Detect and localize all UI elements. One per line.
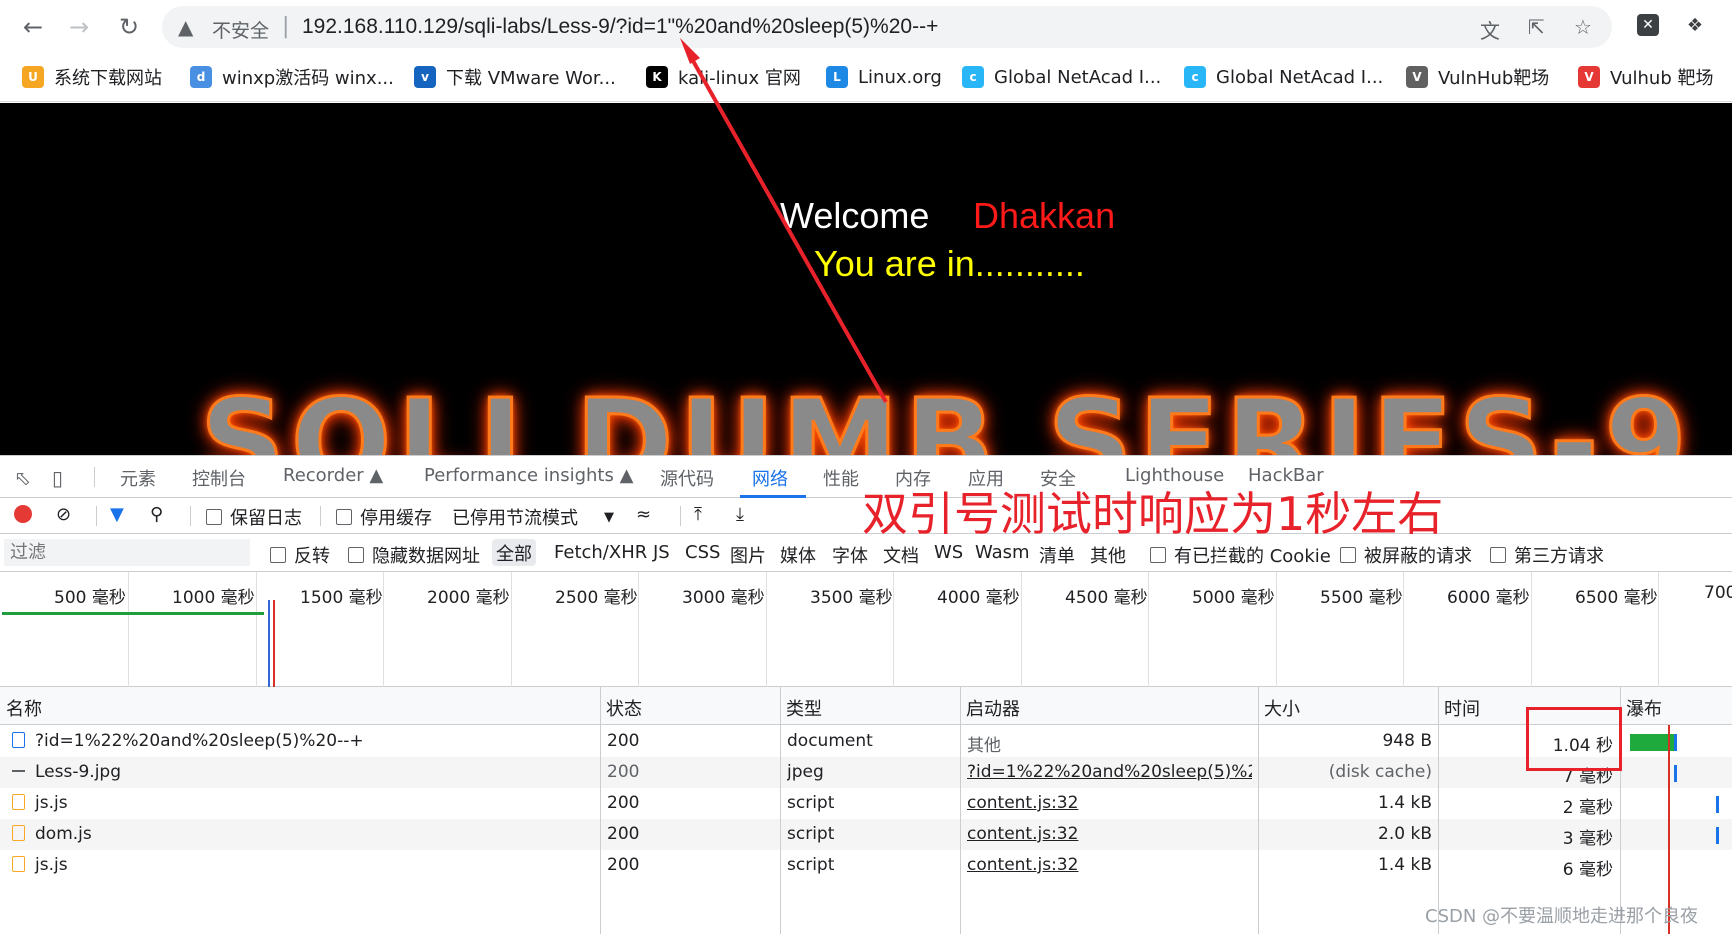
watermark: CSDN @不要温顺地走进那个良夜 (1425, 906, 1699, 927)
arrow-head (680, 38, 700, 64)
annotation-highlight-box (1526, 707, 1622, 771)
annotation-arrow (680, 38, 888, 403)
annotation-text: 双引号测试时响应为1秒左右 (862, 487, 1444, 541)
arrow-line (686, 51, 888, 403)
